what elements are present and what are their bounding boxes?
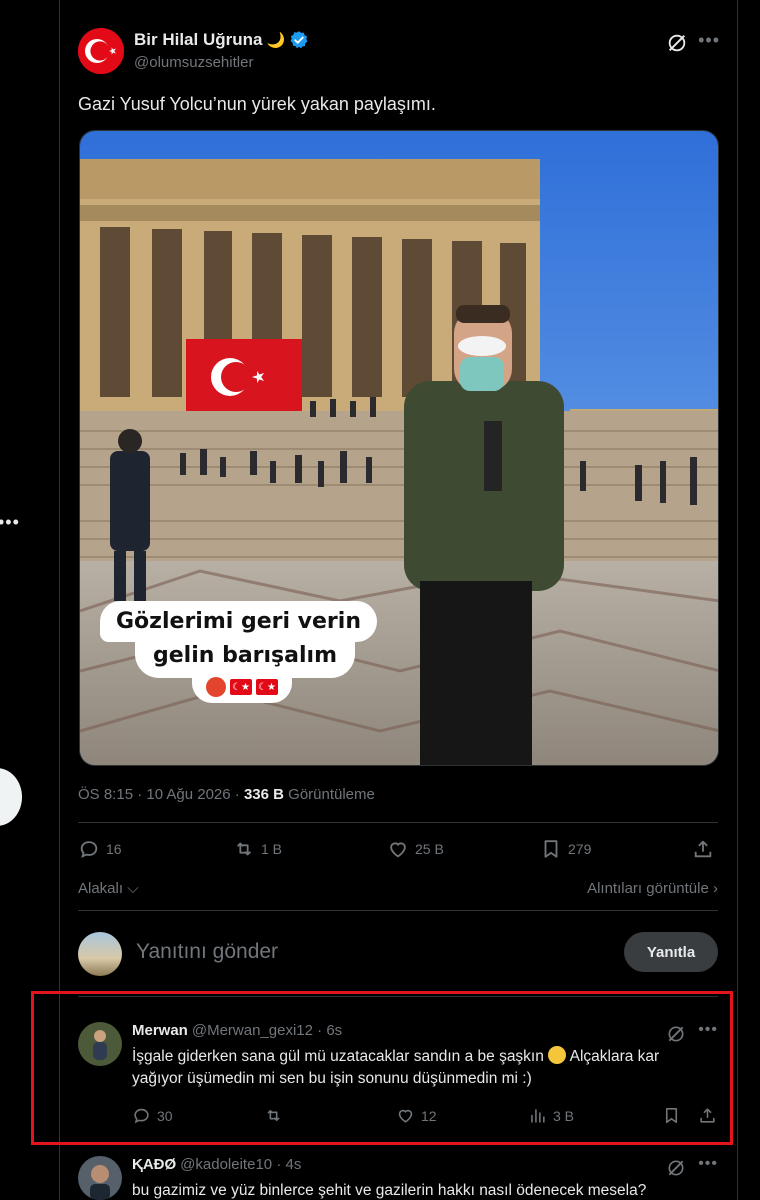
author-name-row: Bir Hilal Uğruna 🌙	[134, 30, 309, 50]
reply-sort-row: Alakalı ⌵ Alıntıları görüntüle ›	[78, 878, 718, 900]
repost-button[interactable]: 1 B	[233, 838, 282, 860]
bookmark-icon	[544, 840, 558, 858]
heart-icon	[390, 842, 406, 858]
reply-input[interactable]: Yanıtını gönder	[136, 940, 278, 964]
post-meta: ÖS 8:15 · 10 Ağu 2026 · 336 B Görüntülem…	[78, 786, 375, 803]
view-quotes-label: Alıntıları görüntüle	[587, 880, 709, 897]
grok-icon[interactable]	[666, 1158, 686, 1178]
commenter-name[interactable]: ⱩΑĐØ	[132, 1156, 176, 1173]
repost-count: 1 B	[261, 841, 283, 857]
account-button[interactable]	[0, 768, 22, 826]
sort-label: Alakalı	[78, 880, 124, 897]
separator	[78, 822, 718, 823]
comment-text: bu gazimiz ve yüz binlerce şehit ve gazi…	[132, 1182, 647, 1199]
view-quotes-link[interactable]: Alıntıları görüntüle ›	[587, 880, 718, 897]
highlight-box	[31, 991, 733, 1145]
repost-icon	[236, 842, 252, 856]
more-options-icon[interactable]: •••	[698, 30, 720, 51]
turkey-flag-icon: ☾★	[256, 679, 278, 695]
share-button[interactable]	[692, 838, 714, 860]
reply-button[interactable]: 16	[78, 838, 122, 860]
sort-dropdown[interactable]: Alakalı ⌵	[78, 880, 139, 897]
angry-face-icon	[206, 677, 226, 697]
post-text: Gazi Yusuf Yolcu’nun yürek yakan paylaşı…	[78, 94, 436, 114]
crescent-moon-icon: 🌙	[266, 32, 286, 49]
chevron-right-icon: ›	[708, 880, 718, 897]
like-button[interactable]: 25 B	[387, 838, 444, 860]
image-overlay-line1: Gözlerimi geri verin	[100, 601, 377, 642]
more-menu-icon[interactable]: •••	[0, 512, 20, 533]
post-header: Bir Hilal Uğruna 🌙 @olumsuzsehitler •••	[78, 28, 720, 76]
view-count: 336 B	[243, 786, 284, 803]
reply-composer: Yanıtını gönder Yanıtla	[78, 930, 718, 978]
post-time[interactable]: ÖS 8:15 · 10 Ağu 2026 ·	[78, 786, 244, 803]
view-label: Görüntüleme	[283, 786, 375, 803]
comment-header: ⱩΑĐØ @kadoleite10 · 4s	[132, 1156, 301, 1173]
post-actions: 16 1 B 25 B 279	[78, 838, 720, 868]
image-overlay-emojis: ☾★ ☾★	[192, 671, 292, 703]
reply-submit-button[interactable]: Yanıtla	[624, 932, 718, 972]
column-divider-right	[737, 0, 738, 1200]
author-handle[interactable]: @olumsuzsehitler	[134, 54, 253, 71]
share-icon	[694, 840, 712, 858]
like-count: 25 B	[415, 841, 444, 857]
grok-icon[interactable]	[666, 32, 688, 54]
more-options-icon[interactable]: •••	[698, 1155, 718, 1173]
user-avatar[interactable]	[78, 932, 122, 976]
commenter-avatar[interactable]	[78, 1156, 122, 1200]
author-avatar[interactable]	[78, 28, 124, 74]
verified-badge-icon	[290, 31, 308, 49]
post-image[interactable]: Gözlerimi geri verin gelin barışalım ☾★ …	[79, 130, 719, 766]
author-name[interactable]: Bir Hilal Uğruna	[134, 30, 262, 50]
reply-icon	[80, 841, 98, 858]
commenter-handle[interactable]: @kadoleite10	[180, 1156, 272, 1173]
bookmark-count: 279	[568, 841, 592, 857]
reply-count: 16	[106, 841, 122, 857]
chevron-down-icon: ⌵	[123, 880, 139, 897]
comment-time[interactable]: · 4s	[276, 1156, 301, 1173]
turkey-flag-icon: ☾★	[230, 679, 252, 695]
comment-item[interactable]: ⱩΑĐØ @kadoleite10 · 4s ••• bu gazimiz ve …	[78, 1155, 718, 1200]
separator	[78, 910, 718, 911]
bookmark-button[interactable]: 279	[540, 838, 591, 860]
